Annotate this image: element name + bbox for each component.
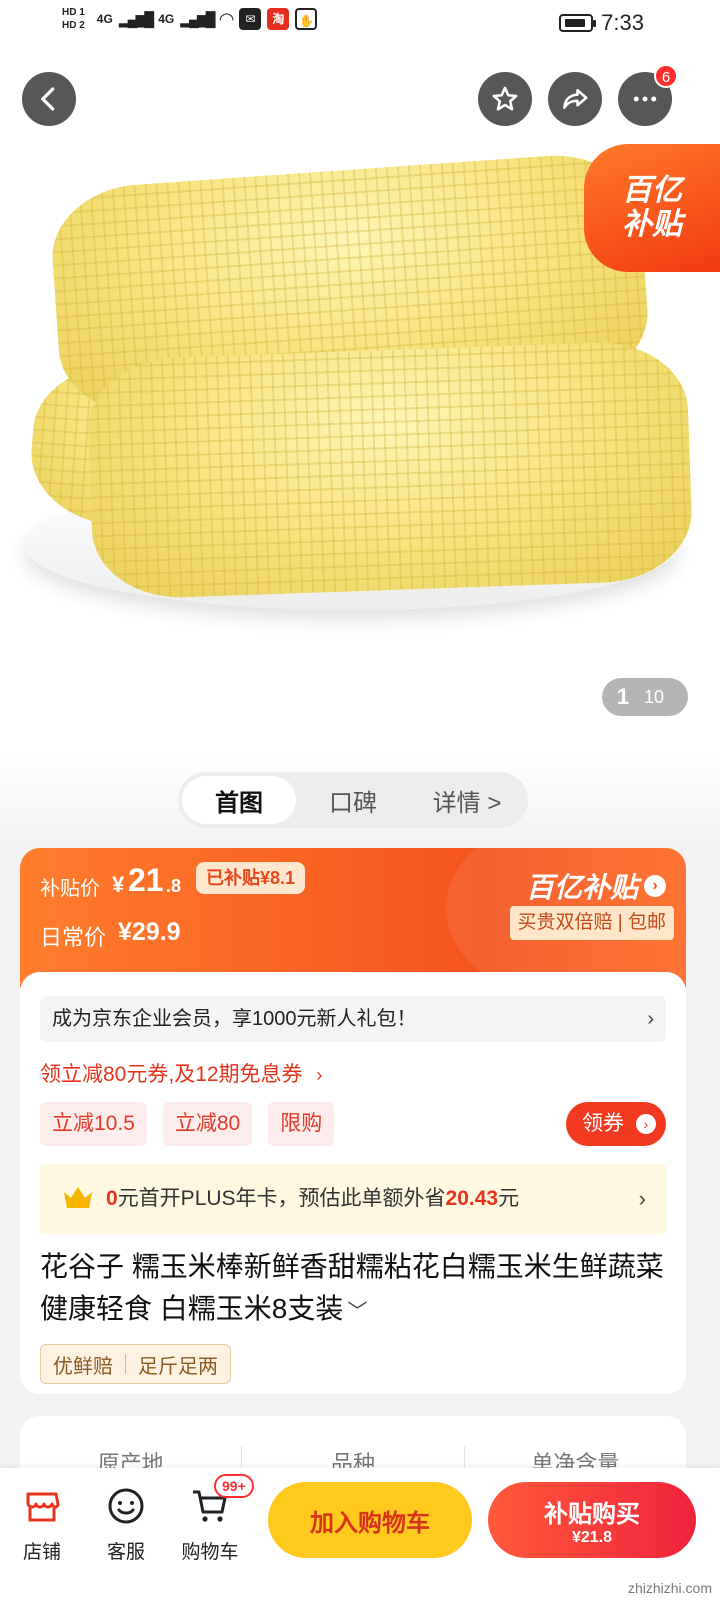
price-integer: 21 <box>128 862 164 898</box>
customer-service-label: 客服 <box>106 1542 145 1563</box>
get-coupon-button[interactable]: 领券 › <box>566 1102 666 1146</box>
more-button[interactable]: 6 <box>618 64 678 126</box>
customer-service-button[interactable]: 客服 <box>90 1484 162 1564</box>
subsidy-program-tags: 买贵双倍赔 | 包邮 <box>509 906 674 940</box>
more-badge: 6 <box>654 64 678 88</box>
subsidy-badge: 百亿 补贴 <box>584 144 720 272</box>
price-card: 补贴价 ¥ 21 .8 已补贴¥8.1 日常价 ¥29.9 百亿补贴 › 买贵双… <box>20 848 686 1394</box>
taobao-icon: 淘 <box>267 8 290 30</box>
guarantee-tag: 优鲜赔 <box>53 1355 113 1378</box>
get-coupon-label: 领券 <box>582 1112 624 1135</box>
promo-chip[interactable]: 限购 <box>268 1102 335 1146</box>
daily-price: ¥29.9 <box>118 918 181 946</box>
tab-reviews[interactable]: 口碑 <box>296 776 410 824</box>
chevron-right-icon: › <box>647 1008 654 1030</box>
promo-body: 成为京东企业会员，享1000元新人礼包！ › 领立减80元券,及12期免息券 ›… <box>20 972 686 1394</box>
watermark: zhizhizhi.com <box>627 1580 712 1596</box>
enterprise-member-text: 成为京东企业会员，享1000元新人礼包！ <box>52 1008 417 1030</box>
signal-icon: ▂▄▆█ <box>118 10 154 27</box>
chevron-right-icon: › <box>636 1114 656 1134</box>
subsidy-program-name: 百亿补贴 <box>525 872 638 903</box>
hd1-label: HD 1 <box>62 7 85 18</box>
image-page-indicator: 1 10 <box>602 678 688 716</box>
corn-graphic <box>85 339 695 601</box>
add-to-cart-button[interactable]: 加入购物车 <box>268 1482 472 1558</box>
guarantee-tag: 足斤足两 <box>138 1355 218 1378</box>
tabs-area: 首图 口碑 详情 > <box>0 752 720 848</box>
product-image[interactable]: 百亿 补贴 1 10 <box>0 50 720 762</box>
promo-chip[interactable]: 立减80 <box>162 1102 253 1146</box>
tab-main-image[interactable]: 首图 <box>182 776 296 824</box>
hd-indicator: HD 1 HD 2 <box>62 6 85 32</box>
promo-chip[interactable]: 立减10.5 <box>40 1102 147 1146</box>
subsidy-program-link[interactable]: 百亿补贴 › <box>526 866 666 906</box>
subsidy-price-label: 补贴价 <box>40 878 100 900</box>
shop-label: 店铺 <box>22 1542 61 1563</box>
cart-label: 购物车 <box>181 1542 239 1563</box>
star-icon <box>492 86 518 111</box>
chevron-left-icon <box>41 87 55 111</box>
subsidy-badge-line1: 百亿 <box>622 174 682 207</box>
wifi-icon: ◠ <box>219 8 234 29</box>
back-button[interactable] <box>22 72 76 126</box>
subsidy-badge-line2: 补贴 <box>622 208 682 241</box>
section-tabs: 首图 口碑 详情 > <box>178 772 528 828</box>
cart-icon: 99+ <box>188 1474 254 1527</box>
more-dots-icon <box>633 96 657 102</box>
chat-face-icon <box>104 1484 148 1527</box>
buy-now-label: 补贴购买 <box>544 1500 640 1528</box>
chevron-right-icon: › <box>316 1065 323 1085</box>
coupon-link-text: 领立减80元券,及12期免息券 <box>40 1063 303 1086</box>
status-time: 7:33 <box>601 10 644 35</box>
daily-price-label: 日常价 <box>40 925 107 950</box>
plus-amount: 20.43 <box>445 1187 499 1210</box>
promo-chips: 立减10.5 立减80 限购 <box>40 1102 335 1146</box>
chevron-right-icon: › <box>644 875 666 897</box>
chevron-right-icon: › <box>638 1186 646 1211</box>
share-icon <box>563 89 588 109</box>
plus-prefix: 0 <box>106 1187 118 1210</box>
cart-button[interactable]: 99+ 购物车 <box>174 1474 254 1564</box>
page-current: 1 <box>616 684 630 709</box>
price-header: 补贴价 ¥ 21 .8 已补贴¥8.1 日常价 ¥29.9 百亿补贴 › 买贵双… <box>20 848 686 1008</box>
buy-now-button[interactable]: 补贴购买 ¥21.8 <box>488 1482 696 1558</box>
status-left: HD 1 HD 2 4G ▂▄▆█ 4G ▂▄▆█ ◠ ✉ 淘 ✋ <box>62 6 318 32</box>
favorite-button[interactable] <box>478 72 532 126</box>
buy-now-price: ¥21.8 <box>571 1528 613 1546</box>
plus-text: 元首开PLUS年卡，预估此单额外省 <box>117 1187 446 1210</box>
bottom-action-bar: 店铺 客服 99+ 购物车 加入购物车 补贴购买 ¥21.8 zhizhizhi… <box>0 1468 720 1600</box>
tab-details[interactable]: 详情 > <box>410 776 524 824</box>
price-decimal: .8 <box>166 876 182 896</box>
hd2-label: HD 2 <box>62 20 85 31</box>
crown-icon <box>64 1187 92 1208</box>
net1-label: 4G <box>96 12 113 26</box>
share-button[interactable] <box>548 72 602 126</box>
status-bar: HD 1 HD 2 4G ▂▄▆█ 4G ▂▄▆█ ◠ ✉ 淘 ✋ 7:33 <box>0 0 720 50</box>
shop-icon <box>20 1484 64 1527</box>
guarantee-tags[interactable]: 优鲜赔 足斤足两 <box>40 1344 231 1384</box>
status-right: 7:33 <box>559 10 644 36</box>
coupon-link[interactable]: 领立减80元券,及12期免息券 › <box>40 1058 322 1088</box>
plus-suffix: 元 <box>498 1187 520 1210</box>
shield-icon: ✋ <box>295 8 318 30</box>
chevron-down-icon: ﹀ <box>347 1301 368 1323</box>
enterprise-member-row[interactable]: 成为京东企业会员，享1000元新人礼包！ › <box>40 996 666 1042</box>
cart-count-badge: 99+ <box>214 1474 254 1498</box>
battery-icon <box>559 14 597 32</box>
plus-card-row[interactable]: 0元首开PLUS年卡，预估此单额外省20.43元 › <box>40 1164 666 1234</box>
price-symbol: ¥ <box>112 872 125 897</box>
product-title[interactable]: 花谷子 糯玉米棒新鲜香甜糯粘花白糯玉米生鲜蔬菜 健康轻食 白糯玉米8支装 ﹀ <box>40 1246 666 1333</box>
net2-label: 4G <box>158 12 175 26</box>
subsidy-saved-badge: 已补贴¥8.1 <box>196 862 306 894</box>
shop-button[interactable]: 店铺 <box>6 1484 78 1564</box>
mail-icon: ✉ <box>239 8 262 30</box>
signal-icon: ▂▄▆█ <box>180 10 215 27</box>
page-total: 10 <box>644 686 665 707</box>
